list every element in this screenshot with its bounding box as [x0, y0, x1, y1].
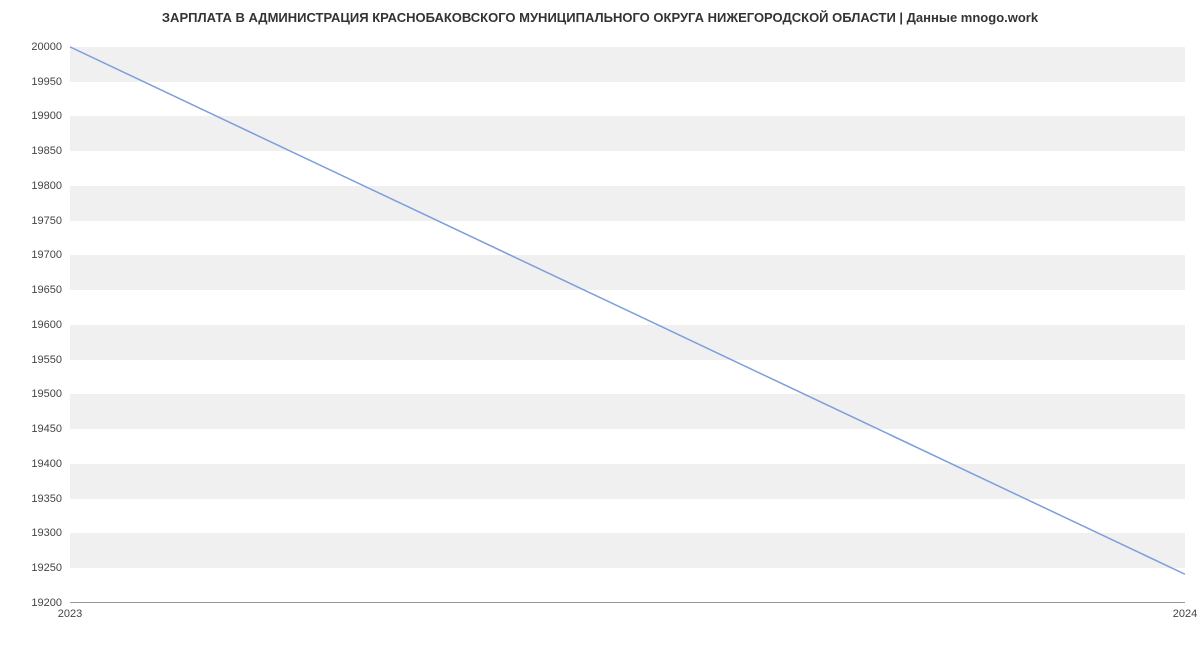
y-tick-label: 19750	[31, 215, 62, 227]
y-tick-label: 19300	[31, 527, 62, 539]
y-tick-label: 19900	[31, 110, 62, 122]
y-tick-label: 19800	[31, 180, 62, 192]
line-svg	[70, 33, 1185, 602]
y-tick-label: 19600	[31, 319, 62, 331]
y-tick-label: 19950	[31, 76, 62, 88]
y-tick-label: 19450	[31, 423, 62, 435]
y-tick-label: 19400	[31, 458, 62, 470]
chart-title: ЗАРПЛАТА В АДМИНИСТРАЦИЯ КРАСНОБАКОВСКОГ…	[0, 0, 1200, 33]
data-line	[70, 47, 1185, 574]
chart-container: 1920019250193001935019400194501950019550…	[70, 33, 1185, 603]
y-tick-label: 19250	[31, 562, 62, 574]
y-tick-label: 19850	[31, 145, 62, 157]
y-tick-label: 20000	[31, 41, 62, 53]
y-tick-label: 19500	[31, 388, 62, 400]
x-tick-label: 2023	[58, 608, 82, 620]
y-tick-label: 19350	[31, 493, 62, 505]
y-tick-label: 19700	[31, 249, 62, 261]
x-tick-label: 2024	[1173, 608, 1197, 620]
y-tick-label: 19550	[31, 354, 62, 366]
y-tick-label: 19650	[31, 284, 62, 296]
plot-area: 1920019250193001935019400194501950019550…	[70, 33, 1185, 603]
